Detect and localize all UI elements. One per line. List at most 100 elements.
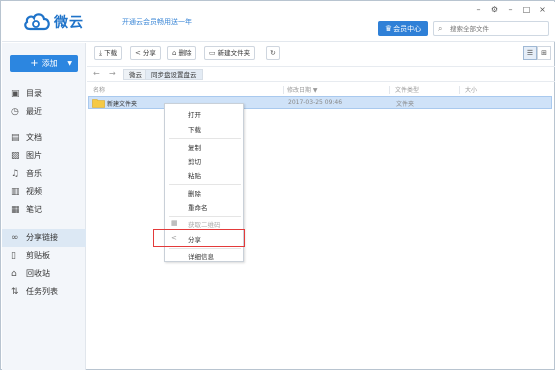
- share-label: 分享: [142, 49, 156, 57]
- menu-divider: [169, 138, 241, 139]
- user-menu-icon[interactable]: –: [474, 5, 483, 15]
- refresh-button[interactable]: ↻: [266, 46, 280, 60]
- menu-item-delete[interactable]: 删除: [188, 188, 201, 198]
- share-button[interactable]: < 分享: [130, 46, 161, 60]
- gear-icon[interactable]: ⚙: [490, 5, 499, 15]
- file-type: 文件夹: [396, 101, 415, 108]
- close-icon[interactable]: ×: [538, 5, 547, 15]
- menu-item-copy[interactable]: 复制: [188, 142, 201, 152]
- download-label: 下载: [104, 49, 118, 57]
- breadcrumb: ← → 微云 同步盘设置盘云: [87, 66, 555, 82]
- sidebar-item-catalog[interactable]: ▣ 目录: [2, 85, 86, 103]
- menu-item-details[interactable]: 详细信息: [188, 251, 214, 261]
- download-button[interactable]: ⤓ 下载: [94, 46, 123, 60]
- note-icon: ▦: [11, 205, 20, 215]
- menu-item-qrcode: 获取二维码: [188, 221, 221, 229]
- plus-icon: +: [30, 58, 39, 69]
- file-date: 2017-03-25 09:46: [288, 99, 343, 106]
- app-window: 微云 开通云会员畅用送一年 ♛会员中心 ⌕ – ⚙ – □ × +添加 ▼ ▣ 目录…: [0, 0, 555, 370]
- sidebar-item-label: 分享链接: [26, 233, 58, 242]
- member-center-button[interactable]: ♛会员中心: [378, 21, 428, 36]
- delete-label: 删除: [178, 49, 192, 57]
- link-icon: ∞: [11, 233, 19, 243]
- grid-view-icon[interactable]: ⊞: [537, 46, 551, 60]
- sidebar-nav-bottom: ∞ 分享链接 ▯ 剪贴板 ⌂ 回收站 ⇅ 任务列表: [2, 229, 86, 301]
- clock-icon: ◷: [11, 107, 19, 117]
- col-divider: [459, 86, 460, 94]
- folder-icon: [92, 99, 105, 108]
- sidebar-item-label: 视频: [26, 187, 42, 196]
- menu-item-paste[interactable]: 粘贴: [188, 170, 201, 180]
- menu-divider: [169, 184, 241, 185]
- maximize-icon[interactable]: □: [522, 5, 531, 15]
- search-box[interactable]: ⌕: [433, 21, 549, 36]
- menu-item-open[interactable]: 打开: [188, 109, 201, 119]
- sidebar-item-label: 目录: [26, 89, 42, 98]
- sidebar-item-task-list[interactable]: ⇅ 任务列表: [2, 283, 86, 301]
- sidebar-item-label: 回收站: [26, 269, 50, 278]
- sidebar-item-clipboard[interactable]: ▯ 剪贴板: [2, 247, 86, 265]
- sidebar-item-documents[interactable]: ▤ 文档: [2, 129, 86, 147]
- sidebar-item-music[interactable]: ♫ 音乐: [2, 165, 86, 183]
- sidebar-item-video[interactable]: ▥ 视频: [2, 183, 86, 201]
- table-header: 名称 修改日期 ▼ 文件类型 大小: [87, 85, 555, 95]
- sidebar-item-images[interactable]: ▨ 图片: [2, 147, 86, 165]
- sidebar-item-recent[interactable]: ◷ 最近: [2, 103, 86, 121]
- col-divider: [389, 86, 390, 94]
- sidebar-item-recycle-bin[interactable]: ⌂ 回收站: [2, 265, 86, 283]
- trash-icon: ⌂: [172, 49, 177, 57]
- sidebar-nav-types: ▤ 文档 ▨ 图片 ♫ 音乐 ▥ 视频 ▦ 笔记: [2, 129, 86, 219]
- sidebar-item-label: 剪贴板: [26, 251, 50, 260]
- trash-icon: ⌂: [11, 269, 17, 279]
- member-center-label: 会员中心: [393, 25, 422, 33]
- back-arrow-icon[interactable]: ←: [93, 69, 100, 78]
- search-input[interactable]: [450, 23, 546, 34]
- sidebar-item-label: 任务列表: [26, 287, 58, 296]
- sidebar-item-share-links[interactable]: ∞ 分享链接: [2, 229, 86, 247]
- col-size[interactable]: 大小: [465, 85, 477, 94]
- add-button[interactable]: + 添加 ▼: [10, 55, 78, 72]
- forward-arrow-icon[interactable]: →: [109, 69, 116, 78]
- search-icon: ⌕: [438, 24, 443, 33]
- download-icon: ⤓: [99, 49, 103, 57]
- minimize-icon[interactable]: –: [506, 5, 515, 15]
- col-type[interactable]: 文件类型: [395, 85, 419, 94]
- sidebar: + 添加 ▼ ▣ 目录 ◷ 最近 ▤ 文档 ▨ 图片 ♫ 音乐 ▥ 视频 ▦ 笔记 ∞ 分享链接 ▯…: [2, 43, 86, 370]
- col-name[interactable]: 名称: [93, 85, 105, 94]
- sort-icon: ⇅: [11, 287, 19, 297]
- sidebar-item-notes[interactable]: ▦ 笔记: [2, 201, 86, 219]
- new-folder-label: 新建文件夹: [217, 49, 251, 57]
- delete-button[interactable]: ⌂ 删除: [167, 46, 197, 60]
- music-icon: ♫: [11, 169, 20, 179]
- table-row[interactable]: 新建文件夹 2017-03-25 09:46 文件夹: [88, 96, 552, 109]
- share-highlight-box: [153, 229, 245, 247]
- new-folder-button[interactable]: ▭ 新建文件夹: [204, 46, 256, 60]
- refresh-icon: ↻: [270, 49, 276, 57]
- sidebar-item-label: 笔记: [26, 205, 42, 214]
- view-toggle: ☰ ⊞: [523, 46, 551, 60]
- menu-item-cut[interactable]: 剪切: [188, 156, 201, 166]
- qrcode-icon: ▦: [171, 219, 178, 227]
- video-icon: ▥: [11, 187, 20, 197]
- clipboard-icon: ▯: [11, 251, 16, 261]
- sidebar-item-label: 最近: [26, 107, 42, 116]
- sidebar-nav-top: ▣ 目录 ◷ 最近: [2, 85, 86, 121]
- sidebar-item-label: 图片: [26, 151, 42, 160]
- menu-item-rename[interactable]: 重命名: [188, 202, 208, 212]
- sidebar-item-label: 文档: [26, 133, 42, 142]
- image-icon: ▨: [11, 151, 20, 161]
- list-view-icon[interactable]: ☰: [523, 46, 537, 60]
- catalog-icon: ▣: [11, 89, 20, 99]
- share-icon: <: [135, 49, 141, 57]
- menu-item-download[interactable]: 下载: [188, 124, 201, 134]
- file-name: 新建文件夹: [107, 101, 138, 108]
- breadcrumb-current[interactable]: 同步盘设置盘云: [145, 69, 203, 80]
- new-folder-icon: ▭: [209, 49, 216, 57]
- window-controls: – ⚙ – □ ×: [474, 5, 547, 15]
- promo-link[interactable]: 开通云会员畅用送一年: [122, 17, 192, 27]
- crown-icon: ♛: [384, 24, 393, 33]
- top-bar: 微云 开通云会员畅用送一年 ♛会员中心 ⌕ – ⚙ – □ ×: [2, 2, 555, 42]
- col-date[interactable]: 修改日期 ▼: [287, 85, 318, 94]
- document-icon: ▤: [11, 133, 20, 143]
- cloud-logo-icon: [24, 13, 50, 31]
